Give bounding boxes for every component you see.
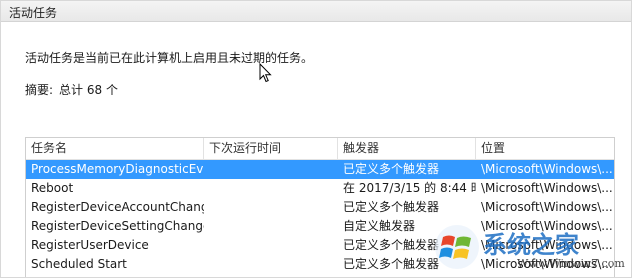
summary-value: 总计 68 个 [59, 83, 118, 97]
cell-triggers: 自定义触发器 [343, 219, 416, 233]
mouse-cursor-icon [259, 63, 272, 83]
cell-location: \Microsoft\Windows\... [481, 200, 613, 214]
cell-location: \Microsoft\Windows\... [481, 219, 613, 233]
column-header-location[interactable]: 位置 [476, 138, 614, 159]
active-tasks-panel: 活动任务 活动任务是当前已在此计算机上启用且未过期的任务。 摘要: 总计 68 个… [0, 0, 632, 278]
table-row[interactable]: RegisterUserDevice 已定义多个触发器 \Microsoft\W… [26, 236, 614, 255]
cell-task-name: Reboot [31, 181, 74, 195]
cell-next-run [204, 198, 338, 217]
cell-location: \Microsoft\Windows\... [481, 181, 613, 195]
section-header[interactable]: 活动任务 [1, 1, 631, 22]
cell-triggers: 在 2017/3/15 的 8:44 时 [343, 181, 476, 195]
column-header-next-run[interactable]: 下次运行时间 [204, 138, 338, 159]
cell-next-run [204, 160, 338, 179]
cell-location: \Microsoft\Windows\... [481, 257, 613, 271]
table-header: 任务名 下次运行时间 触发器 位置 [26, 138, 614, 160]
cell-triggers: 已定义多个触发器 [343, 162, 440, 176]
table-row[interactable]: RegisterDeviceAccountChange 已定义多个触发器 \Mi… [26, 198, 614, 217]
cell-task-name: Scheduled Start [31, 257, 127, 271]
section-title: 活动任务 [9, 6, 58, 20]
cell-task-name: RegisterDeviceAccountChange [31, 200, 204, 214]
cell-task-name: RegisterDeviceSettingChange [31, 219, 204, 233]
cell-triggers: 已定义多个触发器 [343, 238, 440, 252]
cell-location: \Microsoft\Windows\... [481, 162, 613, 176]
cell-task-name: ProcessMemoryDiagnosticEvents [31, 162, 204, 176]
table-row[interactable]: Scheduled Start 已定义多个触发器 \Microsoft\Wind… [26, 255, 614, 274]
column-header-triggers[interactable]: 触发器 [338, 138, 476, 159]
cell-triggers: 已定义多个触发器 [343, 257, 440, 271]
cell-next-run [204, 179, 338, 198]
column-header-name[interactable]: 任务名 [26, 138, 204, 159]
summary-label: 摘要: [25, 83, 54, 97]
cell-triggers: 已定义多个触发器 [343, 200, 440, 214]
cell-next-run [204, 217, 338, 236]
table-row[interactable]: ProcessMemoryDiagnosticEvents 已定义多个触发器 \… [26, 160, 614, 179]
table-row[interactable]: Reboot 在 2017/3/15 的 8:44 时 \Microsoft\W… [26, 179, 614, 198]
cell-task-name: RegisterUserDevice [31, 238, 149, 252]
cell-next-run [204, 255, 338, 274]
cell-next-run [204, 236, 338, 255]
summary: 摘要: 总计 68 个 [25, 81, 118, 98]
table-row[interactable]: RegisterDeviceSettingChange 自定义触发器 \Micr… [26, 217, 614, 236]
task-table: 任务名 下次运行时间 触发器 位置 ProcessMemoryDiagnosti… [25, 137, 615, 277]
cell-location: \Microsoft\Windows\... [481, 238, 613, 252]
